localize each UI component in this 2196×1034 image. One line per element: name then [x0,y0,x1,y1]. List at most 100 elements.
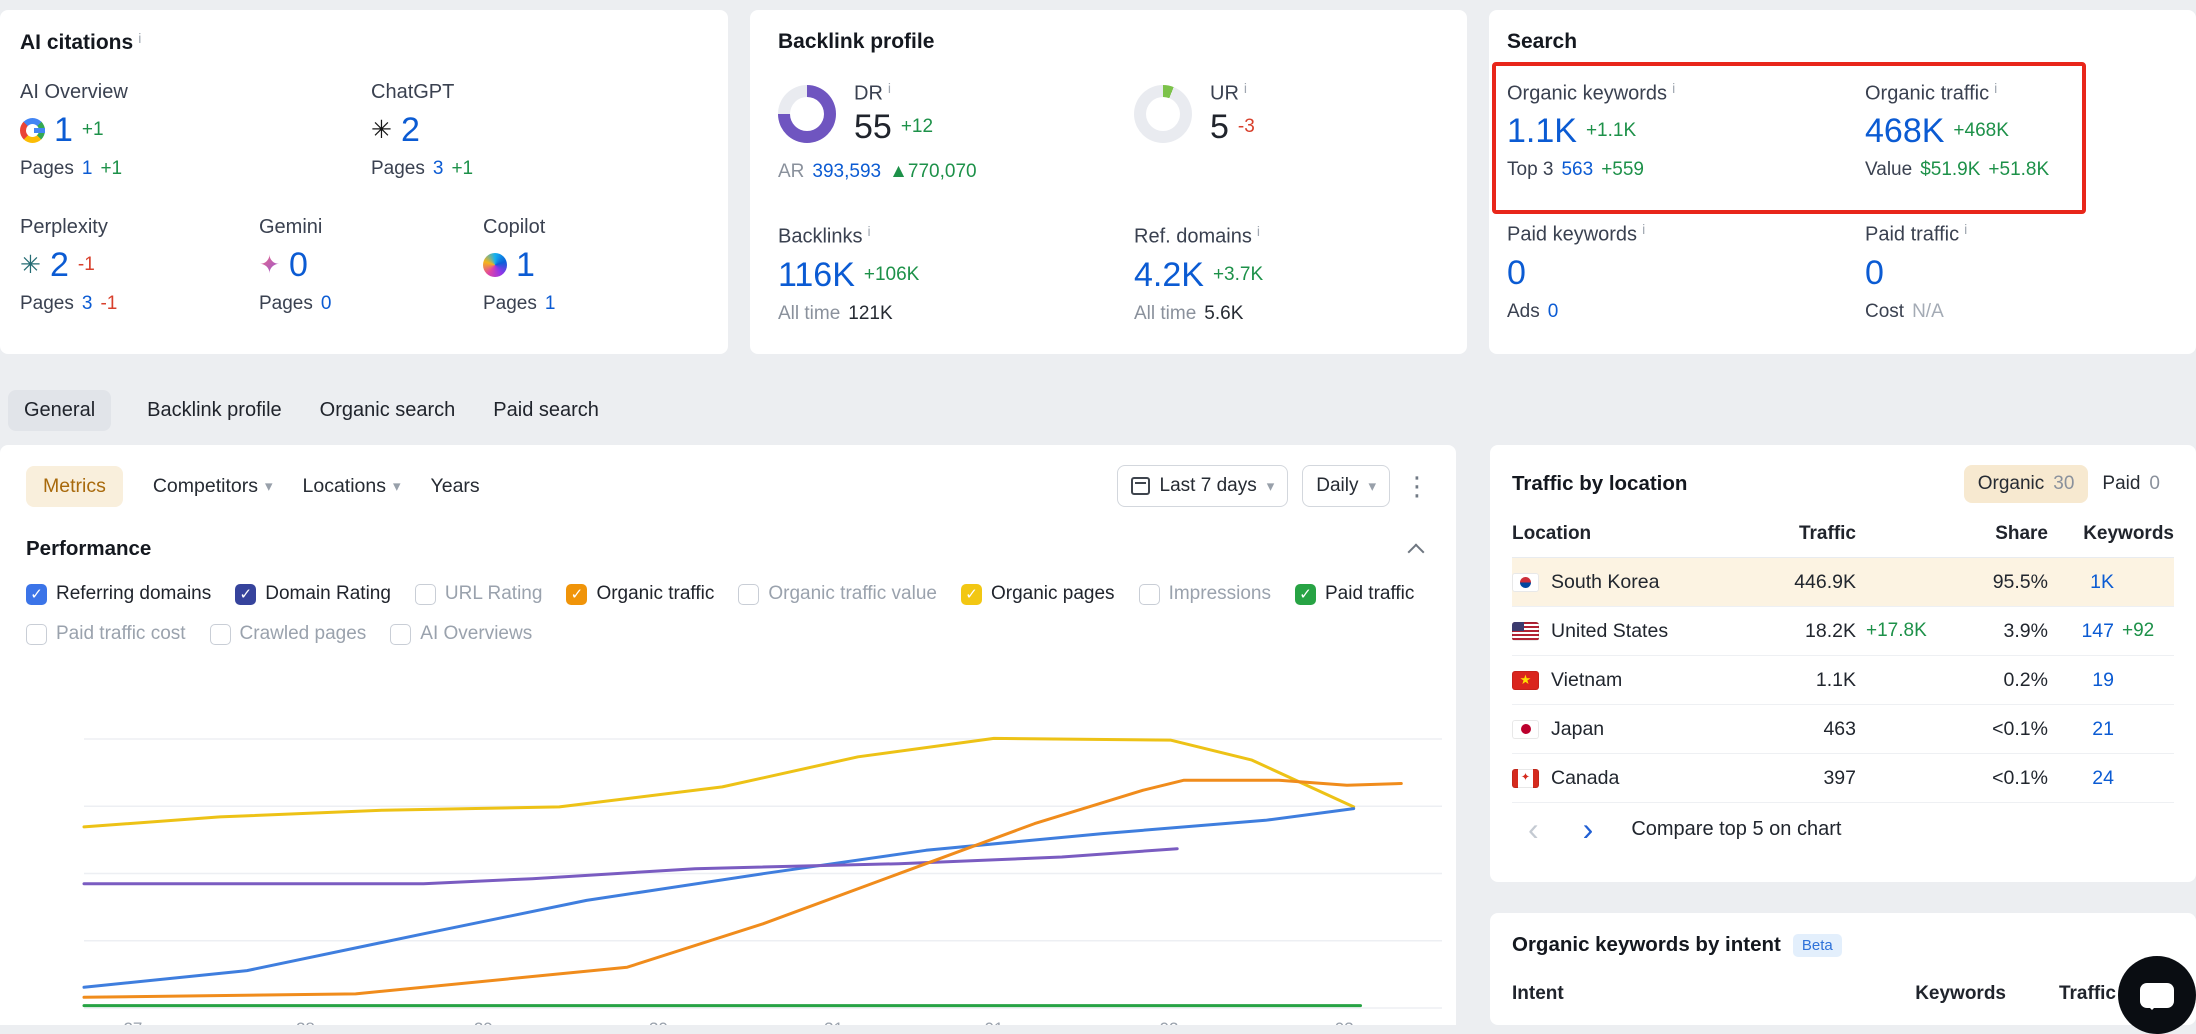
ads-link[interactable]: 0 [1548,301,1559,323]
sub-label: Pages [20,293,74,315]
tab-backlink-profile[interactable]: Backlink profile [145,390,284,431]
tab-organic-search[interactable]: Organic search [318,390,458,431]
metric-value[interactable]: 4.2K [1134,255,1204,295]
traffic-by-location-title: Traffic by location [1512,472,1687,496]
metric-label: Paid keywords [1507,224,1637,246]
checkbox-organic-traffic[interactable]: ✓Organic traffic [566,583,714,605]
flag-canada-icon [1512,769,1539,788]
compare-top5-label[interactable]: Compare top 5 on chart [1631,818,1841,841]
granularity-dropdown[interactable]: Daily ▾ [1302,465,1390,507]
paid-keywords-metric: Paid keywordsi 0 Ads 0 [1507,221,1865,322]
traffic-value: 397 [1706,767,1856,790]
chevron-down-icon: ▾ [265,479,273,494]
date-range-dropdown[interactable]: Last 7 days ▾ [1117,465,1289,507]
info-icon[interactable]: i [1964,221,1967,237]
paid-toggle-button[interactable]: Paid 0 [2088,465,2174,503]
keywords-link[interactable]: 147 [2048,620,2114,643]
years-button[interactable]: Years [431,475,480,498]
metric-value[interactable]: 0 [1865,253,1884,293]
checkbox-ai-overviews[interactable]: AI Overviews [390,623,532,645]
ai-citations-title: AI citations [20,31,133,55]
competitors-dropdown[interactable]: Competitors ▾ [153,475,273,498]
checkbox-organic-pages[interactable]: ✓Organic pages [961,583,1115,605]
performance-chart[interactable]: 2728293031010203 [0,686,1456,1025]
metric-delta: +1.1K [1586,120,1636,142]
backlinks-metric: Backlinksi 116K +106K All time 121K [778,223,1134,324]
gemini-metric: Gemini ✦ 0 Pages 0 [259,216,483,315]
info-icon[interactable]: i [1257,223,1260,239]
metric-value[interactable]: 0 [1507,253,1526,293]
locations-label: Locations [303,475,386,498]
sub-delta: ▲770,070 [889,161,977,183]
column-intent: Intent [1512,983,1856,1005]
info-icon[interactable]: i [138,30,141,46]
metric-value: 5 [1210,107,1229,147]
checkbox-paid-traffic-cost[interactable]: Paid traffic cost [26,623,186,645]
keywords-link[interactable]: 19 [2048,669,2114,692]
svg-text:27: 27 [123,1019,142,1025]
domain-rating-metric: DRi 55 +12 AR 393,593 ▲770,070 [778,80,1134,183]
metric-value[interactable]: 116K [778,255,855,295]
table-row[interactable]: Canada 397 <0.1% 24 [1512,754,2174,803]
collapse-icon[interactable] [1408,544,1425,561]
organic-toggle-button[interactable]: Organic 30 [1964,465,2089,503]
pages-link[interactable]: 3 [82,293,93,315]
table-row[interactable]: Vietnam 1.1K 0.2% 19 [1512,656,2174,705]
flag-south-korea-icon [1512,573,1539,592]
prev-page-icon[interactable]: ‹ [1518,813,1549,845]
search-title: Search [1507,30,1577,54]
sub-delta: +1 [100,158,122,180]
top3-link[interactable]: 563 [1561,159,1593,181]
checkbox-impressions[interactable]: Impressions [1139,583,1271,605]
checkbox-referring-domains[interactable]: ✓Referring domains [26,583,211,605]
keywords-link[interactable]: 24 [2048,767,2114,790]
checkbox-crawled-pages[interactable]: Crawled pages [210,623,367,645]
organic-count: 30 [2053,473,2074,495]
pages-link[interactable]: 0 [321,293,332,315]
keywords-link[interactable]: 1K [2048,571,2114,594]
metrics-button[interactable]: Metrics [26,466,123,507]
sub-label: Pages [371,158,425,180]
ai-overview-metric: AI Overview 1 +1 Pages 1 +1 [20,81,371,180]
info-icon[interactable]: i [867,223,870,239]
pages-link[interactable]: 1 [545,293,556,315]
svg-text:31: 31 [824,1019,843,1025]
ur-gauge [1134,85,1192,143]
metric-value[interactable]: 468K [1865,111,1944,151]
checkbox-paid-traffic[interactable]: ✓Paid traffic [1295,583,1414,605]
column-location: Location [1512,523,1706,545]
checkbox-url-rating[interactable]: URL Rating [415,583,543,605]
tab-paid-search[interactable]: Paid search [491,390,601,431]
location-name: Canada [1551,767,1619,790]
checkbox-organic-traffic-value[interactable]: Organic traffic value [738,583,937,605]
info-icon[interactable]: i [1672,80,1675,96]
info-icon[interactable]: i [1994,80,1997,96]
locations-dropdown[interactable]: Locations ▾ [303,475,401,498]
metric-label: Organic keywords [1507,82,1667,104]
info-icon[interactable]: i [1244,80,1247,96]
kebab-menu-icon[interactable]: ⋮ [1404,471,1430,502]
svg-text:02: 02 [1160,1019,1179,1025]
table-row[interactable]: South Korea 446.9K 95.5% 1K [1512,558,2174,607]
metric-value[interactable]: 1.1K [1507,111,1577,151]
keywords-delta: +92 [2114,620,2174,642]
tab-general[interactable]: General [8,390,111,431]
pages-link[interactable]: 3 [433,158,444,180]
table-row[interactable]: United States 18.2K +17.8K 3.9% 147 +92 [1512,607,2174,656]
info-icon[interactable]: i [1642,221,1645,237]
performance-chart-svg: 2728293031010203 [0,686,1456,1025]
flag-japan-icon [1512,720,1539,739]
chat-widget-button[interactable] [2118,956,2196,1034]
keywords-link[interactable]: 21 [2048,718,2114,741]
info-icon[interactable]: i [888,80,891,96]
organic-paid-toggle: Organic 30 Paid 0 [1964,465,2174,503]
sub-value: $51.9K [1920,159,1980,181]
paid-toggle-label: Paid [2102,473,2140,495]
ar-link[interactable]: 393,593 [812,161,881,183]
table-row[interactable]: Japan 463 <0.1% 21 [1512,705,2174,754]
next-page-icon[interactable]: › [1573,813,1604,845]
sub-label: All time [778,303,840,325]
traffic-value: 463 [1706,718,1856,741]
pages-link[interactable]: 1 [82,158,93,180]
checkbox-domain-rating[interactable]: ✓Domain Rating [235,583,391,605]
